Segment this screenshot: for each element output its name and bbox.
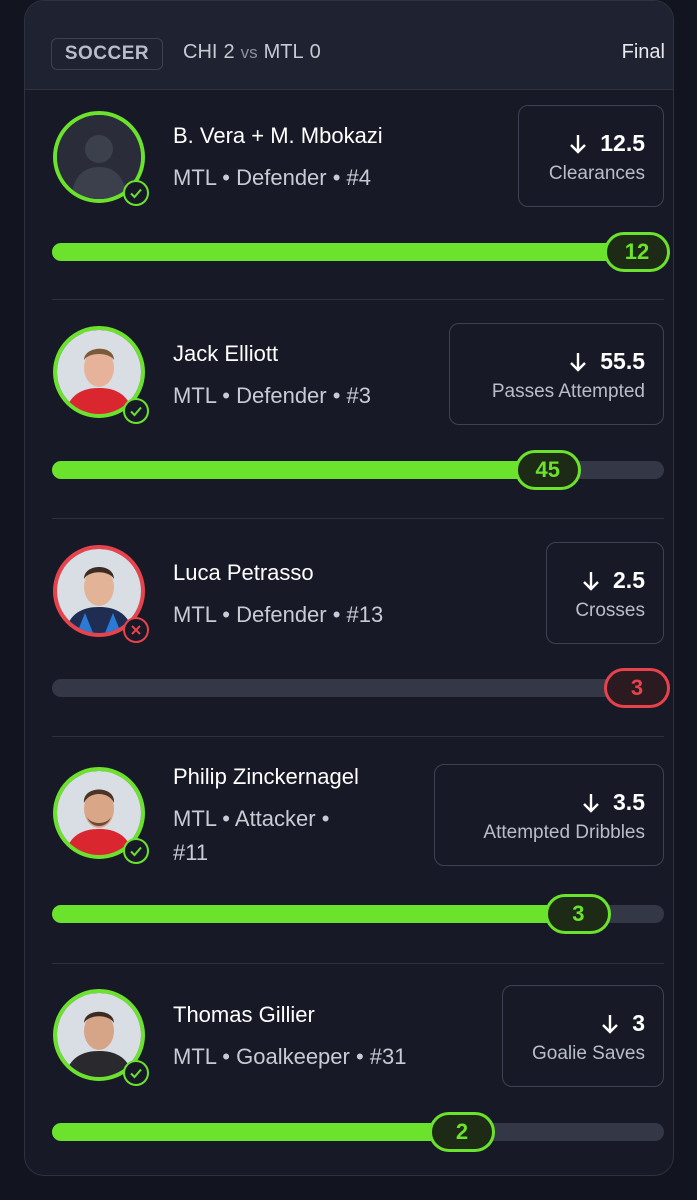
arrow-down-icon: [583, 571, 599, 591]
stat-label: Passes Attempted: [491, 381, 645, 402]
progress-fill: [52, 679, 664, 697]
player-meta: MTL • Defender • #4: [173, 161, 371, 195]
stat-line-box[interactable]: 12.5 Clearances: [518, 105, 664, 207]
stat-line: 3: [600, 1010, 645, 1037]
progress-track: [52, 243, 664, 261]
check-icon: [123, 180, 149, 206]
game-card: SOCCER CHI 2 vs MTL 0 Final B. Vera + M.…: [24, 0, 674, 1176]
team1-abbr: CHI: [183, 41, 218, 63]
line-value: 3: [632, 1010, 645, 1036]
player-meta-line: MTL • Defender • #3: [173, 383, 372, 408]
player-name: B. Vera + M. Mbokazi: [173, 123, 383, 148]
player-meta: MTL • Attacker • #11: [173, 802, 329, 870]
game-header: SOCCER CHI 2 vs MTL 0 Final: [25, 1, 673, 90]
player-name: Jack Elliott: [173, 341, 279, 366]
stat-label: Crosses: [575, 600, 645, 621]
progress-fill: [52, 905, 579, 923]
player-name: Thomas Gillier: [173, 1002, 315, 1027]
player-meta-line: MTL • Defender • #13: [173, 602, 384, 627]
arrow-down-icon: [570, 352, 587, 372]
progress-track: [52, 679, 664, 697]
check-icon: [123, 398, 149, 424]
stat-line-box[interactable]: 55.5 Passes Attempted: [449, 323, 664, 425]
line-value: 12.5: [600, 130, 645, 156]
arrow-down-icon: [583, 793, 599, 813]
player-meta-line: MTL • Goalkeeper • #31: [173, 1044, 407, 1069]
team2-score: 0: [309, 41, 321, 63]
check-icon: [123, 1060, 149, 1086]
line-value: 55.5: [600, 348, 645, 374]
result-pill: 2: [429, 1112, 496, 1152]
stat-label: Goalie Saves: [531, 1043, 645, 1064]
x-icon: [123, 617, 149, 643]
stat-line-box[interactable]: 2.5 Crosses: [546, 542, 664, 644]
progress-track: [52, 1123, 664, 1141]
check-icon: [123, 838, 149, 864]
player-meta: MTL • Defender • #13: [173, 598, 383, 632]
progress-fill: [52, 243, 664, 261]
progress-fill: [52, 1123, 463, 1141]
player-row[interactable]: Jack Elliott MTL • Defender • #3 55.5 Pa…: [25, 300, 673, 518]
player-row[interactable]: B. Vera + M. Mbokazi MTL • Defender • #4…: [25, 89, 673, 299]
result-pill: 12: [604, 232, 670, 272]
player-name: Luca Petrasso: [173, 560, 314, 585]
result-pill: 45: [514, 450, 581, 490]
stat-line-box[interactable]: 3 Goalie Saves: [502, 985, 664, 1087]
player-row[interactable]: Thomas Gillier MTL • Goalkeeper • #31 3 …: [25, 964, 673, 1175]
player-meta-line: #11: [173, 840, 209, 865]
player-meta: MTL • Goalkeeper • #31: [173, 1040, 406, 1074]
progress-fill: [52, 461, 548, 479]
player-meta-line: MTL • Defender • #4: [173, 165, 372, 190]
player-name: Philip Zinckernagel: [173, 764, 359, 789]
line-value: 3.5: [613, 789, 645, 815]
arrow-down-icon: [570, 134, 587, 154]
arrow-down-icon: [602, 1014, 619, 1034]
sport-badge: SOCCER: [51, 38, 163, 70]
stat-line-box[interactable]: 3.5 Attempted Dribbles: [434, 764, 664, 866]
line-value: 2.5: [613, 567, 645, 593]
game-score: CHI 2 vs MTL 0: [183, 41, 321, 64]
team1-score: 2: [223, 41, 235, 63]
player-row[interactable]: Luca Petrasso MTL • Defender • #13 2.5 C…: [25, 519, 673, 736]
result-pill: 3: [604, 668, 670, 708]
stat-label: Clearances: [548, 163, 645, 184]
player-meta-line: MTL • Attacker •: [173, 806, 330, 831]
team2-abbr: MTL: [263, 41, 304, 63]
stat-line: 12.5: [568, 130, 645, 157]
stat-line: 2.5: [581, 567, 645, 594]
vs-label: vs: [240, 43, 258, 62]
result-pill: 3: [545, 894, 612, 934]
game-status: Final: [621, 41, 665, 63]
stat-label: Attempted Dribbles: [483, 822, 645, 843]
stat-line: 55.5: [568, 348, 645, 375]
stat-line: 3.5: [581, 789, 645, 816]
player-row[interactable]: Philip Zinckernagel MTL • Attacker • #11…: [25, 737, 673, 963]
player-meta: MTL • Defender • #3: [173, 379, 371, 413]
